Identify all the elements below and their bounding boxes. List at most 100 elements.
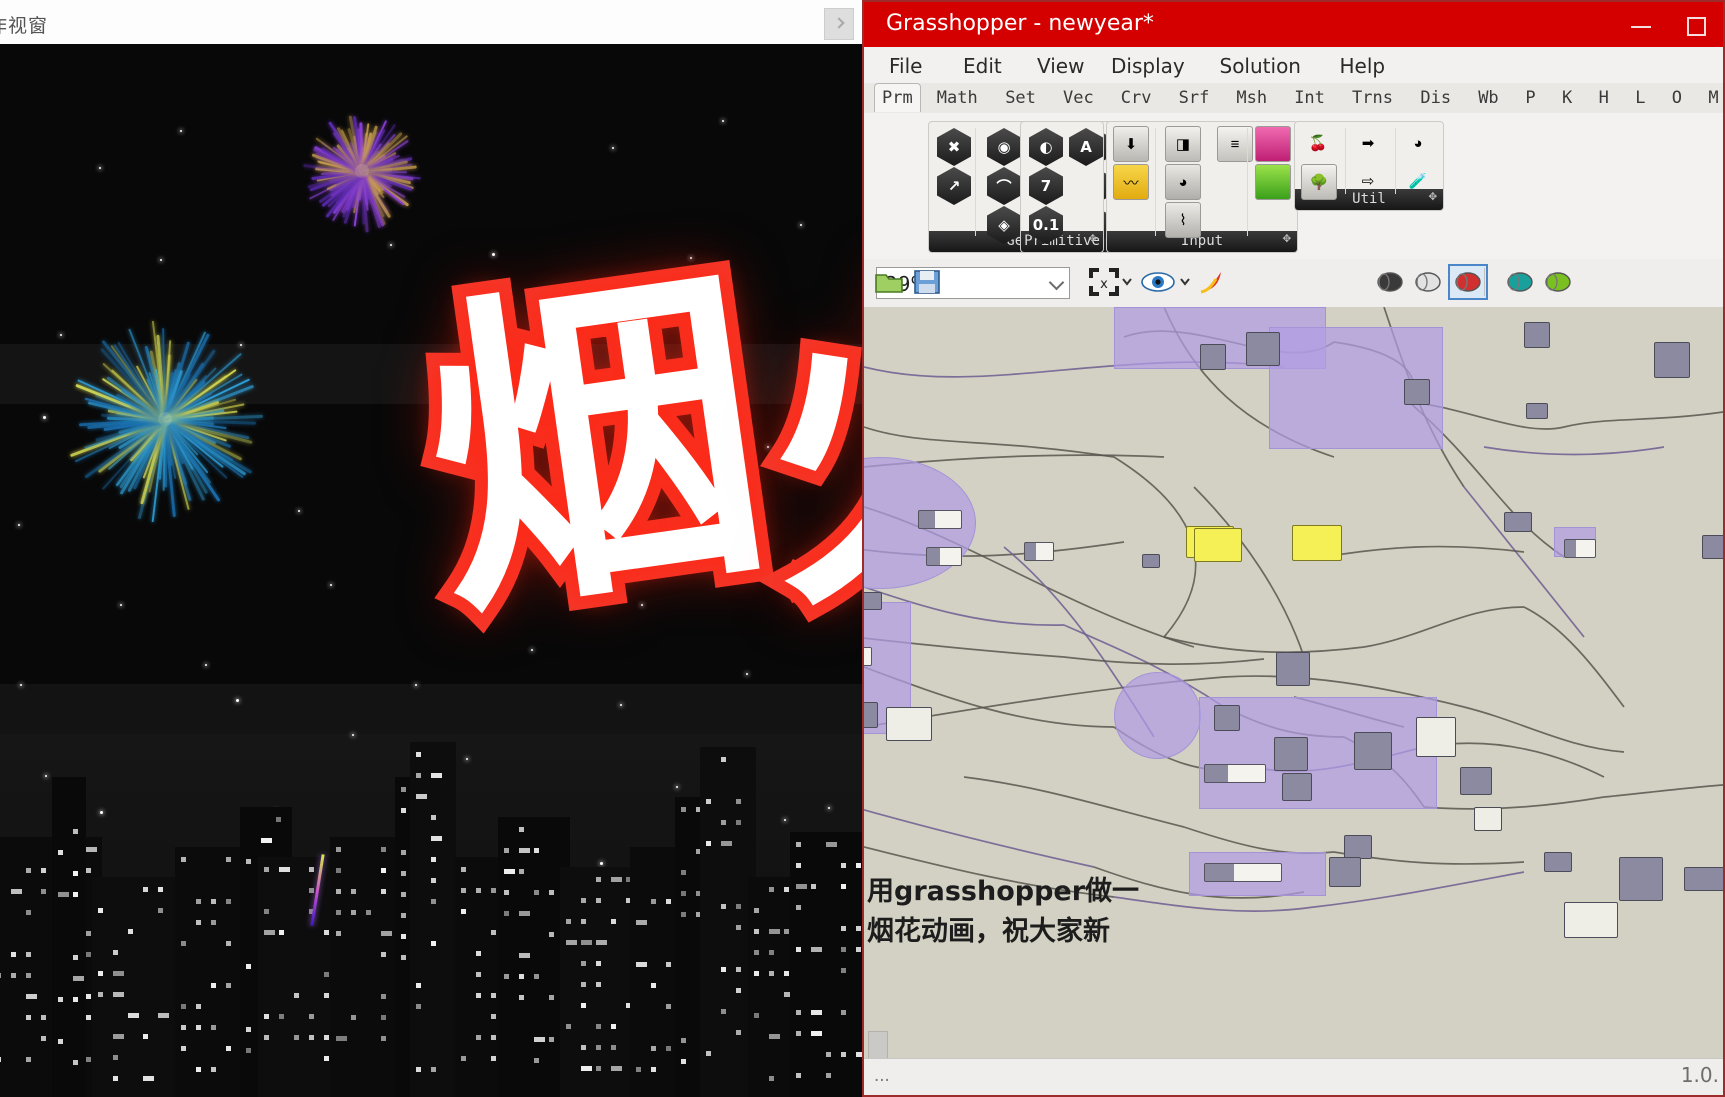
ribbon-tab-prm[interactable]: Prm xyxy=(874,83,921,112)
panel-expand-icon[interactable]: ✥ xyxy=(1283,228,1291,249)
menu-item-help[interactable]: Help xyxy=(1333,52,1393,80)
flask-icon[interactable]: 🧪 xyxy=(1401,164,1435,198)
component-node[interactable] xyxy=(1329,857,1361,887)
panel-node[interactable] xyxy=(1292,525,1342,561)
import-icon[interactable]: ⬇ xyxy=(1113,126,1149,162)
ribbon-tab-math[interactable]: Math xyxy=(932,85,983,111)
ribbon-tab-dis[interactable]: Dis xyxy=(1415,85,1456,111)
canvas-scroll-handle[interactable] xyxy=(868,1031,888,1059)
component-node[interactable] xyxy=(1702,535,1723,559)
component-node[interactable] xyxy=(1282,773,1312,801)
ribbon-tab-srf[interactable]: Srf xyxy=(1174,85,1215,111)
zoom-extents-icon[interactable]: x xyxy=(1084,266,1124,298)
integer-7-icon[interactable]: 7 xyxy=(1029,167,1063,205)
bake-icon[interactable] xyxy=(1194,266,1232,298)
maximize-button[interactable] xyxy=(1669,2,1721,47)
number-slider[interactable] xyxy=(864,647,872,666)
panel-expand-icon[interactable]: ✥ xyxy=(1089,228,1097,249)
component-node[interactable] xyxy=(1246,332,1280,366)
ribbon-tab-k[interactable]: K xyxy=(1557,85,1577,111)
menu-item-file[interactable]: File xyxy=(882,52,929,80)
component-node[interactable] xyxy=(1354,732,1392,770)
number-slider[interactable] xyxy=(1024,542,1054,561)
component-node[interactable] xyxy=(1200,344,1226,370)
graph-mapper-icon[interactable]: 〰 xyxy=(1113,164,1149,200)
viewport-scene[interactable]: 烟 火 xyxy=(0,44,862,1097)
component-node[interactable] xyxy=(1344,835,1372,859)
toggle-icon[interactable]: ◨ xyxy=(1165,126,1201,162)
component-node[interactable] xyxy=(1276,652,1310,686)
component-node[interactable] xyxy=(1460,767,1492,795)
gradient-icon[interactable] xyxy=(1255,126,1291,162)
ribbon-tab-msh[interactable]: Msh xyxy=(1231,85,1272,111)
display-mode-shaded-preview-red[interactable] xyxy=(1448,264,1488,300)
component-node[interactable] xyxy=(1504,512,1532,532)
boolean-icon[interactable]: ◐ xyxy=(1029,128,1063,166)
component-node[interactable] xyxy=(1564,902,1618,938)
ribbon-tab-vec[interactable]: Vec xyxy=(1058,85,1099,111)
ribbon-tab-int[interactable]: Int xyxy=(1289,85,1330,111)
chevron-down-icon[interactable] xyxy=(1049,275,1065,291)
number-slider[interactable] xyxy=(918,510,962,529)
tree-icon[interactable]: 🌳 xyxy=(1301,164,1337,200)
ribbon-tab-o[interactable]: O xyxy=(1667,85,1687,111)
component-node[interactable] xyxy=(886,707,932,741)
viewport-tab-label[interactable]: 作视窗 xyxy=(0,11,48,38)
component-node[interactable] xyxy=(1274,737,1308,771)
component-node[interactable] xyxy=(1544,852,1572,872)
chevron-down-icon[interactable] xyxy=(1178,266,1192,298)
number-slider[interactable] xyxy=(1564,539,1596,558)
menu-item-edit[interactable]: Edit xyxy=(956,52,1009,80)
number-slider[interactable] xyxy=(1204,863,1282,882)
sphere-red-icon[interactable]: ◕ xyxy=(1401,126,1435,160)
number-slider[interactable] xyxy=(926,547,962,566)
component-node[interactable] xyxy=(1524,322,1550,348)
text-a-icon[interactable]: A xyxy=(1069,128,1103,166)
ribbon-tab-wb[interactable]: Wb xyxy=(1473,85,1503,111)
component-node[interactable] xyxy=(1474,807,1502,831)
component-node[interactable] xyxy=(1526,403,1548,419)
point-x-icon[interactable]: ✖ xyxy=(937,128,971,166)
script-icon[interactable]: ⌇ xyxy=(1165,202,1201,238)
component-node[interactable] xyxy=(1619,857,1663,901)
component-node[interactable] xyxy=(1142,554,1160,568)
chevron-down-icon[interactable] xyxy=(1120,266,1134,298)
node-group[interactable] xyxy=(1114,672,1201,759)
component-node[interactable] xyxy=(864,702,878,728)
save-disk-icon[interactable] xyxy=(910,266,944,298)
display-mode-preview-green[interactable] xyxy=(1540,266,1576,298)
arrow-right-outline-icon[interactable]: ⇨ xyxy=(1351,164,1385,198)
component-node[interactable] xyxy=(1654,342,1690,378)
ribbon-tab-l[interactable]: L xyxy=(1630,85,1650,111)
menu-item-solution[interactable]: Solution xyxy=(1213,52,1308,80)
minimize-button[interactable] xyxy=(1615,2,1667,47)
menu-item-view[interactable]: View xyxy=(1030,52,1091,80)
arrow-right-solid-icon[interactable]: ➡ xyxy=(1351,126,1385,160)
cherries-icon[interactable]: 🍒 xyxy=(1301,126,1335,160)
preview-eye-icon[interactable] xyxy=(1138,266,1178,298)
display-mode-shaded-preview-dark[interactable] xyxy=(1372,266,1408,298)
ribbon-tab-crv[interactable]: Crv xyxy=(1116,85,1157,111)
vector-arrow-icon[interactable]: ↗ xyxy=(937,167,971,205)
ribbon-tab-p[interactable]: P xyxy=(1520,85,1540,111)
open-folder-icon[interactable] xyxy=(872,266,906,298)
ribbon-tab-trns[interactable]: Trns xyxy=(1347,85,1398,111)
component-node[interactable] xyxy=(1214,705,1240,731)
component-node[interactable] xyxy=(864,592,882,610)
chevron-right-icon[interactable] xyxy=(824,8,854,40)
display-mode-preview-teal[interactable] xyxy=(1502,266,1538,298)
component-node[interactable] xyxy=(1416,717,1456,757)
colour-swatch-icon[interactable] xyxy=(1255,164,1291,200)
ribbon-tab-h[interactable]: H xyxy=(1594,85,1614,111)
panel-icon[interactable]: ◕ xyxy=(1165,164,1201,200)
component-node[interactable] xyxy=(1404,379,1430,405)
circle-icon[interactable]: ◉ xyxy=(987,128,1021,166)
gh-canvas[interactable]: 用grasshopper做一 烟花动画，祝大家新 xyxy=(864,307,1723,1059)
ribbon-tab-set[interactable]: Set xyxy=(1000,85,1041,111)
display-mode-wireframe-preview[interactable] xyxy=(1410,266,1446,298)
curve-icon[interactable]: ⌒ xyxy=(987,167,1021,205)
panel-node[interactable] xyxy=(1194,528,1242,562)
ribbon-tab-m[interactable]: M xyxy=(1703,85,1723,111)
menu-item-display[interactable]: Display xyxy=(1104,52,1192,80)
component-node[interactable] xyxy=(1684,867,1723,891)
